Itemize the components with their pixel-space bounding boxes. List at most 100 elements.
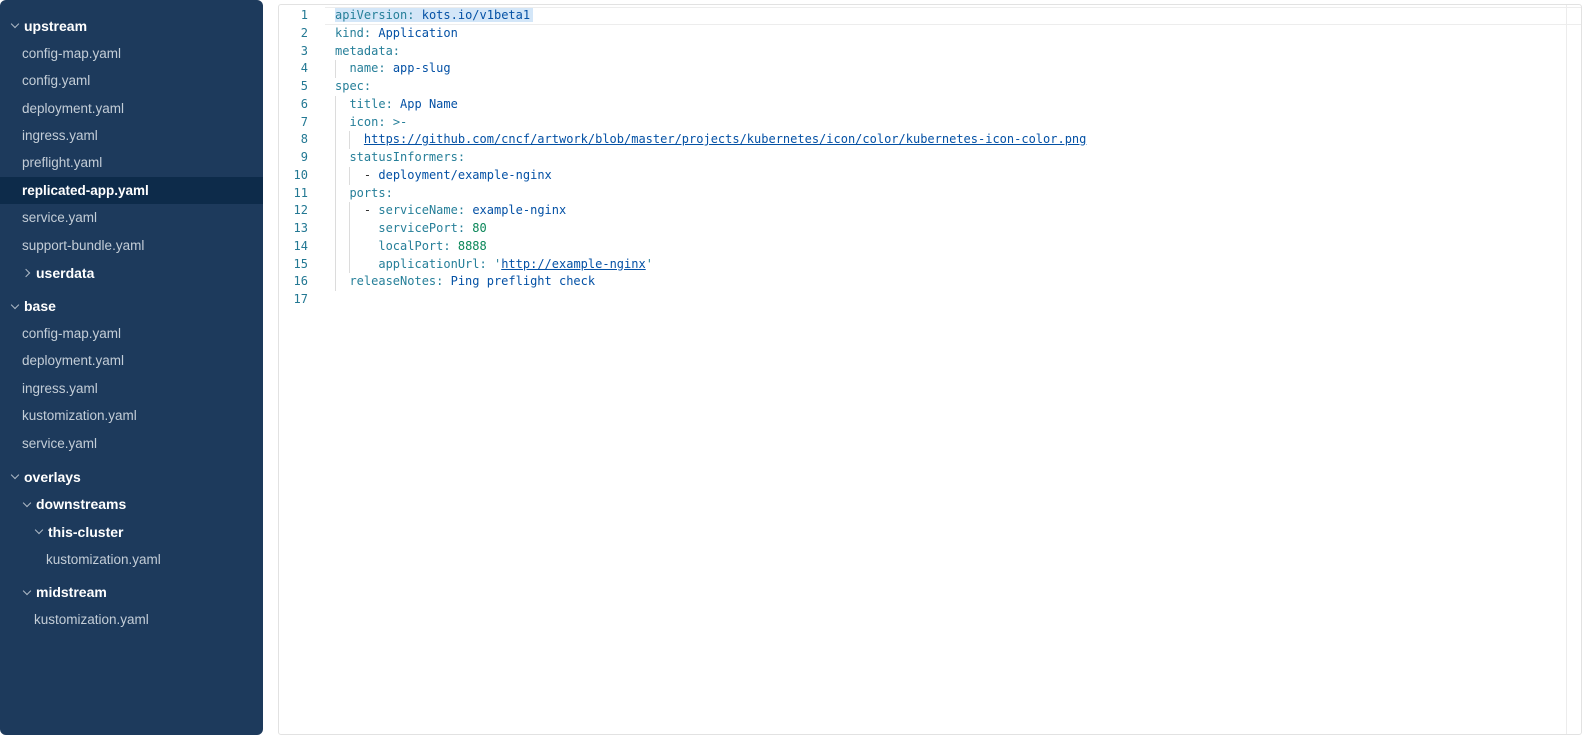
line-number[interactable]: 12	[279, 202, 308, 220]
code-area[interactable]: apiVersion: kots.io/v1beta1kind: Applica…	[335, 7, 1567, 309]
editor-scrollbar[interactable]	[1566, 5, 1581, 734]
code-token-plain	[443, 274, 450, 288]
code-token-plain	[335, 239, 378, 253]
line-number[interactable]: 11	[279, 185, 308, 203]
code-token-key: ports:	[349, 186, 392, 200]
line-number[interactable]: 13	[279, 220, 308, 238]
code-line[interactable]: releaseNotes: Ping preflight check	[335, 273, 1567, 291]
sidebar-item-upstream[interactable]: upstream	[0, 12, 263, 39]
code-token-plain	[335, 221, 378, 235]
line-number[interactable]: 9	[279, 149, 308, 167]
code-token-plain	[414, 8, 421, 22]
chevron-down-icon[interactable]	[22, 588, 31, 597]
code-line[interactable]: spec:	[335, 78, 1567, 96]
sidebar-item-this-cluster[interactable]: this-cluster	[0, 518, 263, 545]
folder-label: downstreams	[36, 496, 126, 512]
code-token-val: app-slug	[393, 61, 451, 75]
sidebar-item-kustomization.yaml[interactable]: kustomization.yaml	[0, 402, 263, 429]
code-line[interactable]: ports:	[335, 185, 1567, 203]
sidebar-item-deployment.yaml[interactable]: deployment.yaml	[0, 347, 263, 374]
chevron-down-icon[interactable]	[10, 302, 19, 311]
code-editor[interactable]: 1234567891011121314151617 apiVersion: ko…	[278, 4, 1582, 735]
code-line[interactable]: servicePort: 80	[335, 220, 1567, 238]
code-token-quote: '	[646, 257, 653, 271]
sidebar-item-downstreams[interactable]: downstreams	[0, 490, 263, 517]
code-line[interactable]: - serviceName: example-nginx	[335, 202, 1567, 220]
sidebar-item-support-bundle.yaml[interactable]: support-bundle.yaml	[0, 232, 263, 259]
code-line[interactable]: localPort: 8888	[335, 238, 1567, 256]
code-token-key: apiVersion:	[335, 8, 414, 22]
sidebar-item-base[interactable]: base	[0, 292, 263, 319]
line-number[interactable]: 5	[279, 78, 308, 96]
code-token-val: example-nginx	[472, 203, 566, 217]
chevron-down-icon[interactable]	[10, 21, 19, 30]
line-number[interactable]: 14	[279, 238, 308, 256]
code-token-num: 8888	[458, 239, 487, 253]
line-number[interactable]: 8	[279, 131, 308, 149]
sidebar-item-userdata[interactable]: userdata	[0, 259, 263, 286]
code-token-plain	[386, 115, 393, 129]
line-number[interactable]: 2	[279, 25, 308, 43]
chevron-down-icon[interactable]	[34, 527, 43, 536]
file-label: deployment.yaml	[22, 101, 124, 116]
folder-label: midstream	[36, 584, 107, 600]
sidebar-item-ingress.yaml[interactable]: ingress.yaml	[0, 375, 263, 402]
sidebar-item-kustomization.yaml[interactable]: kustomization.yaml	[0, 545, 263, 572]
sidebar-item-service.yaml[interactable]: service.yaml	[0, 204, 263, 231]
sidebar-item-midstream[interactable]: midstream	[0, 579, 263, 606]
line-number[interactable]: 16	[279, 273, 308, 291]
code-token-val: Application	[378, 26, 457, 40]
line-number[interactable]: 6	[279, 96, 308, 114]
sidebar-item-replicated-app.yaml[interactable]: replicated-app.yaml	[0, 177, 263, 204]
sidebar-item-config.yaml[interactable]: config.yaml	[0, 67, 263, 94]
sidebar-item-service.yaml[interactable]: service.yaml	[0, 430, 263, 457]
line-number[interactable]: 7	[279, 114, 308, 132]
code-line[interactable]: name: app-slug	[335, 60, 1567, 78]
code-token-plain	[386, 61, 393, 75]
file-label: preflight.yaml	[22, 155, 102, 170]
code-line[interactable]	[335, 291, 1567, 309]
sidebar-item-kustomization.yaml[interactable]: kustomization.yaml	[0, 606, 263, 633]
line-number[interactable]: 10	[279, 167, 308, 185]
code-token-key: localPort:	[378, 239, 450, 253]
line-number[interactable]: 3	[279, 43, 308, 61]
folder-label: upstream	[24, 18, 87, 34]
code-token-plain	[335, 132, 364, 146]
file-label: config.yaml	[22, 73, 90, 88]
sidebar-item-ingress.yaml[interactable]: ingress.yaml	[0, 122, 263, 149]
file-label: service.yaml	[22, 210, 97, 225]
code-line[interactable]: https://github.com/cncf/artwork/blob/mas…	[335, 131, 1567, 149]
file-label: config-map.yaml	[22, 326, 121, 341]
code-token-key: releaseNotes:	[349, 274, 443, 288]
code-line[interactable]: title: App Name	[335, 96, 1567, 114]
line-number[interactable]: 1	[279, 7, 308, 25]
file-label: replicated-app.yaml	[22, 183, 149, 198]
sidebar-item-preflight.yaml[interactable]: preflight.yaml	[0, 149, 263, 176]
code-link-url[interactable]: http://example-nginx	[501, 257, 646, 271]
code-token-plain	[487, 257, 494, 271]
code-line[interactable]: statusInformers:	[335, 149, 1567, 167]
sidebar-item-overlays[interactable]: overlays	[0, 463, 263, 490]
code-token-plain	[335, 203, 364, 217]
line-number[interactable]: 15	[279, 256, 308, 274]
chevron-down-icon[interactable]	[22, 500, 31, 509]
chevron-down-icon[interactable]	[10, 472, 19, 481]
code-link-url[interactable]: https://github.com/cncf/artwork/blob/mas…	[364, 132, 1086, 146]
code-token-plain	[335, 274, 349, 288]
chevron-right-icon[interactable]	[22, 268, 31, 277]
code-line[interactable]: metadata:	[335, 43, 1567, 61]
code-line[interactable]: applicationUrl: 'http://example-nginx'	[335, 256, 1567, 274]
code-token-key: metadata:	[335, 44, 400, 58]
sidebar-item-config-map.yaml[interactable]: config-map.yaml	[0, 39, 263, 66]
code-line[interactable]: icon: >-	[335, 114, 1567, 132]
code-token-op: >-	[393, 115, 407, 129]
code-token-key: serviceName:	[378, 203, 465, 217]
sidebar-item-deployment.yaml[interactable]: deployment.yaml	[0, 94, 263, 121]
code-token-plain	[335, 97, 349, 111]
line-number[interactable]: 4	[279, 60, 308, 78]
code-line[interactable]: - deployment/example-nginx	[335, 167, 1567, 185]
line-number[interactable]: 17	[279, 291, 308, 309]
code-line[interactable]: kind: Application	[335, 25, 1567, 43]
sidebar-item-config-map.yaml[interactable]: config-map.yaml	[0, 320, 263, 347]
code-line[interactable]: apiVersion: kots.io/v1beta1	[335, 7, 1567, 25]
